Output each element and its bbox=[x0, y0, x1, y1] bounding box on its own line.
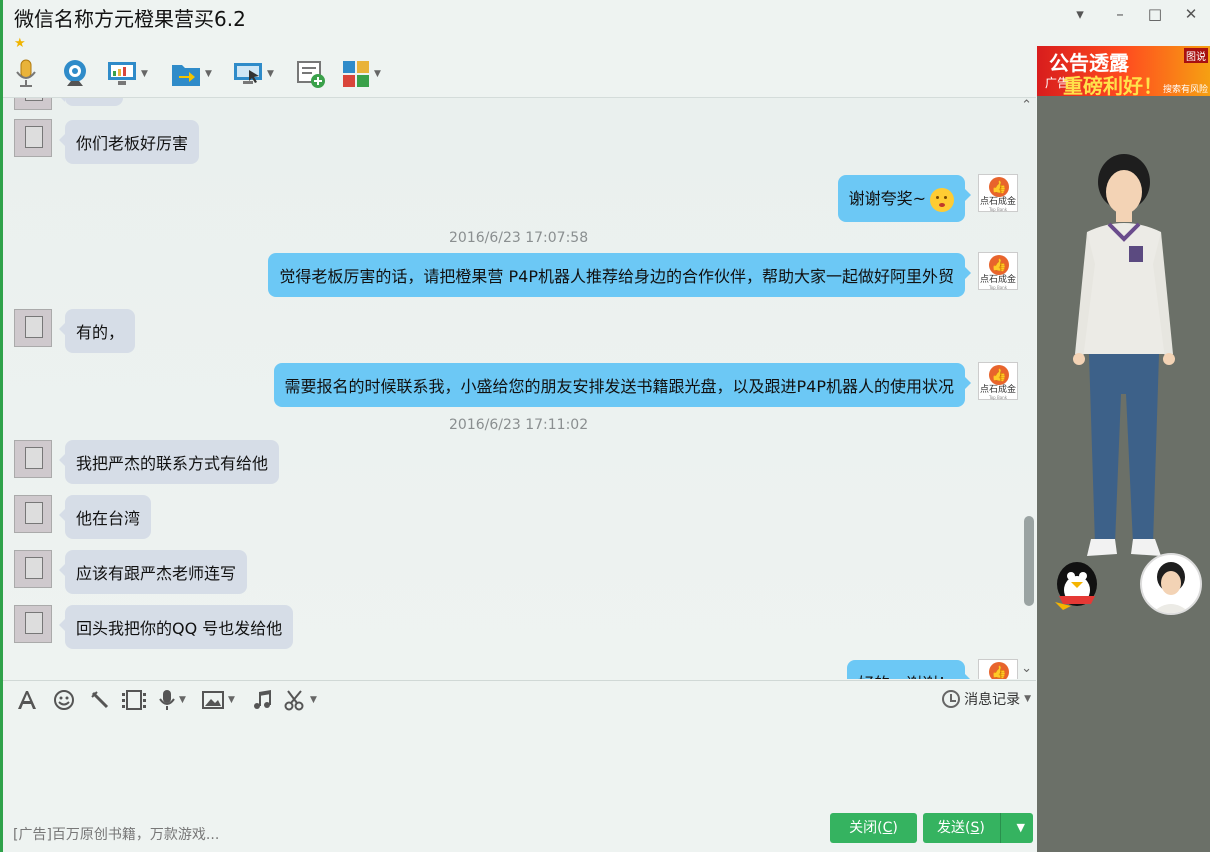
emoji-icon[interactable] bbox=[53, 687, 75, 713]
message-bubble: 我把严杰的联系方式有给他 bbox=[58, 440, 280, 484]
contact-avatar[interactable] bbox=[14, 495, 52, 533]
contact-avatar[interactable] bbox=[14, 550, 52, 588]
chevron-down-icon[interactable]: ▼ bbox=[228, 695, 235, 705]
file-transfer-button[interactable]: ▼ bbox=[171, 58, 212, 90]
timestamp: 2016/6/23 17:07:58 bbox=[449, 230, 589, 246]
star-icon[interactable]: ★ bbox=[14, 36, 26, 51]
message-bubble: 应该有跟严杰老师连写 bbox=[58, 550, 248, 594]
video-icon[interactable] bbox=[121, 687, 147, 713]
qq-penguin-icon[interactable] bbox=[1047, 556, 1101, 610]
magic-wand-icon[interactable] bbox=[89, 687, 111, 713]
send-button-suffix: ) bbox=[979, 820, 985, 836]
input-toolbar: ▼ ▼ ▼ 消息记录 ▼ bbox=[3, 680, 1036, 718]
chevron-down-icon[interactable]: ▼ bbox=[267, 69, 274, 79]
own-avatar[interactable]: 👍 点石成金 Top Bank bbox=[978, 174, 1018, 212]
contact-avatar[interactable] bbox=[14, 98, 52, 110]
close-button-key: C bbox=[882, 820, 893, 836]
contact-avatar[interactable] bbox=[14, 119, 52, 157]
webcam-icon[interactable] bbox=[60, 58, 90, 90]
message-bubble: 需要报名的时候联系我，小盛给您的朋友安排发送书籍跟光盘，以及跟进P4P机器人的使… bbox=[273, 363, 972, 407]
banner-corner-badge: 图说 bbox=[1184, 48, 1208, 63]
chevron-down-icon[interactable]: ▼ bbox=[205, 69, 212, 79]
avatar-brand-subtext: Top Bank bbox=[988, 285, 1008, 290]
message-bubble: 谢谢夸奖~ bbox=[837, 175, 972, 222]
own-avatar[interactable]: 👍 点石成金 Top Bank bbox=[978, 252, 1018, 290]
message-bubble: 有的， bbox=[58, 309, 136, 353]
own-avatar[interactable]: 👍 点石成金 Top Bank bbox=[978, 362, 1018, 400]
close-button-prefix: 关闭( bbox=[849, 820, 883, 836]
font-icon[interactable] bbox=[16, 687, 38, 713]
message-bubble: 他在台湾 bbox=[58, 495, 152, 539]
message-bubble: 回头我把你的QQ 号也发给他 bbox=[58, 605, 294, 649]
message-bubble-partial bbox=[59, 98, 123, 106]
contact-avatar[interactable] bbox=[14, 605, 52, 643]
image-icon[interactable]: ▼ bbox=[202, 687, 235, 713]
chevron-down-icon[interactable]: ▼ bbox=[1024, 694, 1031, 704]
close-button-suffix: ) bbox=[892, 820, 898, 836]
side-panel: 公告透露 广告 重磅利好！ 图说 搜索有风险 bbox=[1037, 46, 1210, 852]
clock-icon bbox=[942, 690, 961, 708]
message-text: 谢谢夸奖~ bbox=[848, 189, 926, 208]
ad-banner[interactable]: 公告透露 广告 重磅利好！ 图说 搜索有风险 bbox=[1037, 46, 1210, 96]
remote-desktop-button[interactable]: ▼ bbox=[233, 58, 274, 90]
add-chat-icon[interactable] bbox=[296, 58, 326, 90]
chevron-down-icon[interactable]: ▼ bbox=[141, 69, 148, 79]
close-window-button[interactable]: ✕ bbox=[1180, 4, 1202, 24]
send-button-prefix: 发送( bbox=[937, 820, 971, 836]
screenshot-scissors-icon[interactable]: ▼ bbox=[284, 687, 317, 713]
scrollbar[interactable] bbox=[1023, 108, 1034, 678]
chevron-down-icon[interactable]: ▼ bbox=[179, 695, 186, 705]
contact-avatar[interactable] bbox=[14, 309, 52, 347]
send-button[interactable]: 发送(S) ▼ bbox=[923, 813, 1033, 843]
own-avatar[interactable]: 👍 点石成金 bbox=[978, 659, 1018, 679]
chat-toolbar: ▼ ▼ ▼ ▼ bbox=[3, 52, 1036, 96]
send-divider bbox=[1000, 813, 1001, 843]
chevron-down-icon[interactable]: ▼ bbox=[310, 695, 317, 705]
thumbs-up-icon: 👍 bbox=[989, 365, 1009, 385]
window-title: 微信名称方元橙果营买6.2 bbox=[14, 7, 246, 31]
minimize-button[interactable]: – bbox=[1109, 4, 1131, 24]
timestamp: 2016/6/23 17:11:02 bbox=[449, 417, 589, 433]
avatar-brand-subtext: Top Bank bbox=[988, 395, 1008, 400]
kiss-emoji-icon bbox=[930, 187, 954, 212]
title-bar: 微信名称方元橙果营买6.2 ▾ – □ ✕ bbox=[3, 0, 1210, 31]
chat-window: 微信名称方元橙果营买6.2 ▾ – □ ✕ ★ ▼ ▼ ▼ ▼ 你们老板好厉害 … bbox=[0, 0, 1210, 852]
scrollbar-thumb[interactable] bbox=[1024, 516, 1034, 606]
message-bubble: 你们老板好厉害 bbox=[58, 120, 200, 164]
screen-share-button[interactable]: ▼ bbox=[107, 58, 148, 90]
message-history-button[interactable]: 消息记录 ▼ bbox=[942, 689, 1031, 709]
banner-subtext: 搜索有风险 bbox=[1162, 85, 1208, 95]
thumbs-up-icon: 👍 bbox=[989, 662, 1009, 679]
message-bubble: 觉得老板厉害的话，请把橙果营 P4P机器人推荐给身边的合作伙伴，帮助大家一起做好… bbox=[268, 253, 971, 297]
music-icon[interactable] bbox=[252, 687, 274, 713]
message-history-label: 消息记录 bbox=[964, 692, 1021, 708]
banner-line2: 重磅利好！ bbox=[1063, 74, 1163, 96]
thumbs-up-icon: 👍 bbox=[989, 177, 1009, 197]
avatar-figure-image[interactable] bbox=[1069, 154, 1179, 564]
microphone-icon[interactable] bbox=[13, 58, 39, 90]
message-bubble: 好的，谢谢！ bbox=[846, 660, 972, 679]
chevron-down-icon[interactable]: ▼ bbox=[374, 69, 381, 79]
avatar-brand-subtext: Top Bank bbox=[988, 207, 1008, 212]
close-chat-button[interactable]: 关闭(C) bbox=[830, 813, 917, 843]
voice-message-icon[interactable]: ▼ bbox=[159, 687, 186, 713]
ad-text-link[interactable]: [广告]百万原创书籍，万款游戏... bbox=[13, 824, 219, 844]
apps-button[interactable]: ▼ bbox=[342, 58, 381, 90]
contact-avatar[interactable] bbox=[14, 440, 52, 478]
message-list[interactable]: 你们老板好厉害 谢谢夸奖~ 👍 点石成金 Top Bank 2016/6/23 … bbox=[3, 97, 1036, 679]
message-input[interactable]: [广告]百万原创书籍，万款游戏... 关闭(C) 发送(S) ▼ bbox=[3, 718, 1036, 852]
maximize-button[interactable]: □ bbox=[1144, 4, 1166, 24]
menu-dropdown-button[interactable]: ▾ bbox=[1069, 4, 1091, 24]
send-options-chevron-icon[interactable]: ▼ bbox=[1017, 813, 1025, 843]
mini-avatar[interactable] bbox=[1140, 553, 1202, 615]
thumbs-up-icon: 👍 bbox=[989, 255, 1009, 275]
